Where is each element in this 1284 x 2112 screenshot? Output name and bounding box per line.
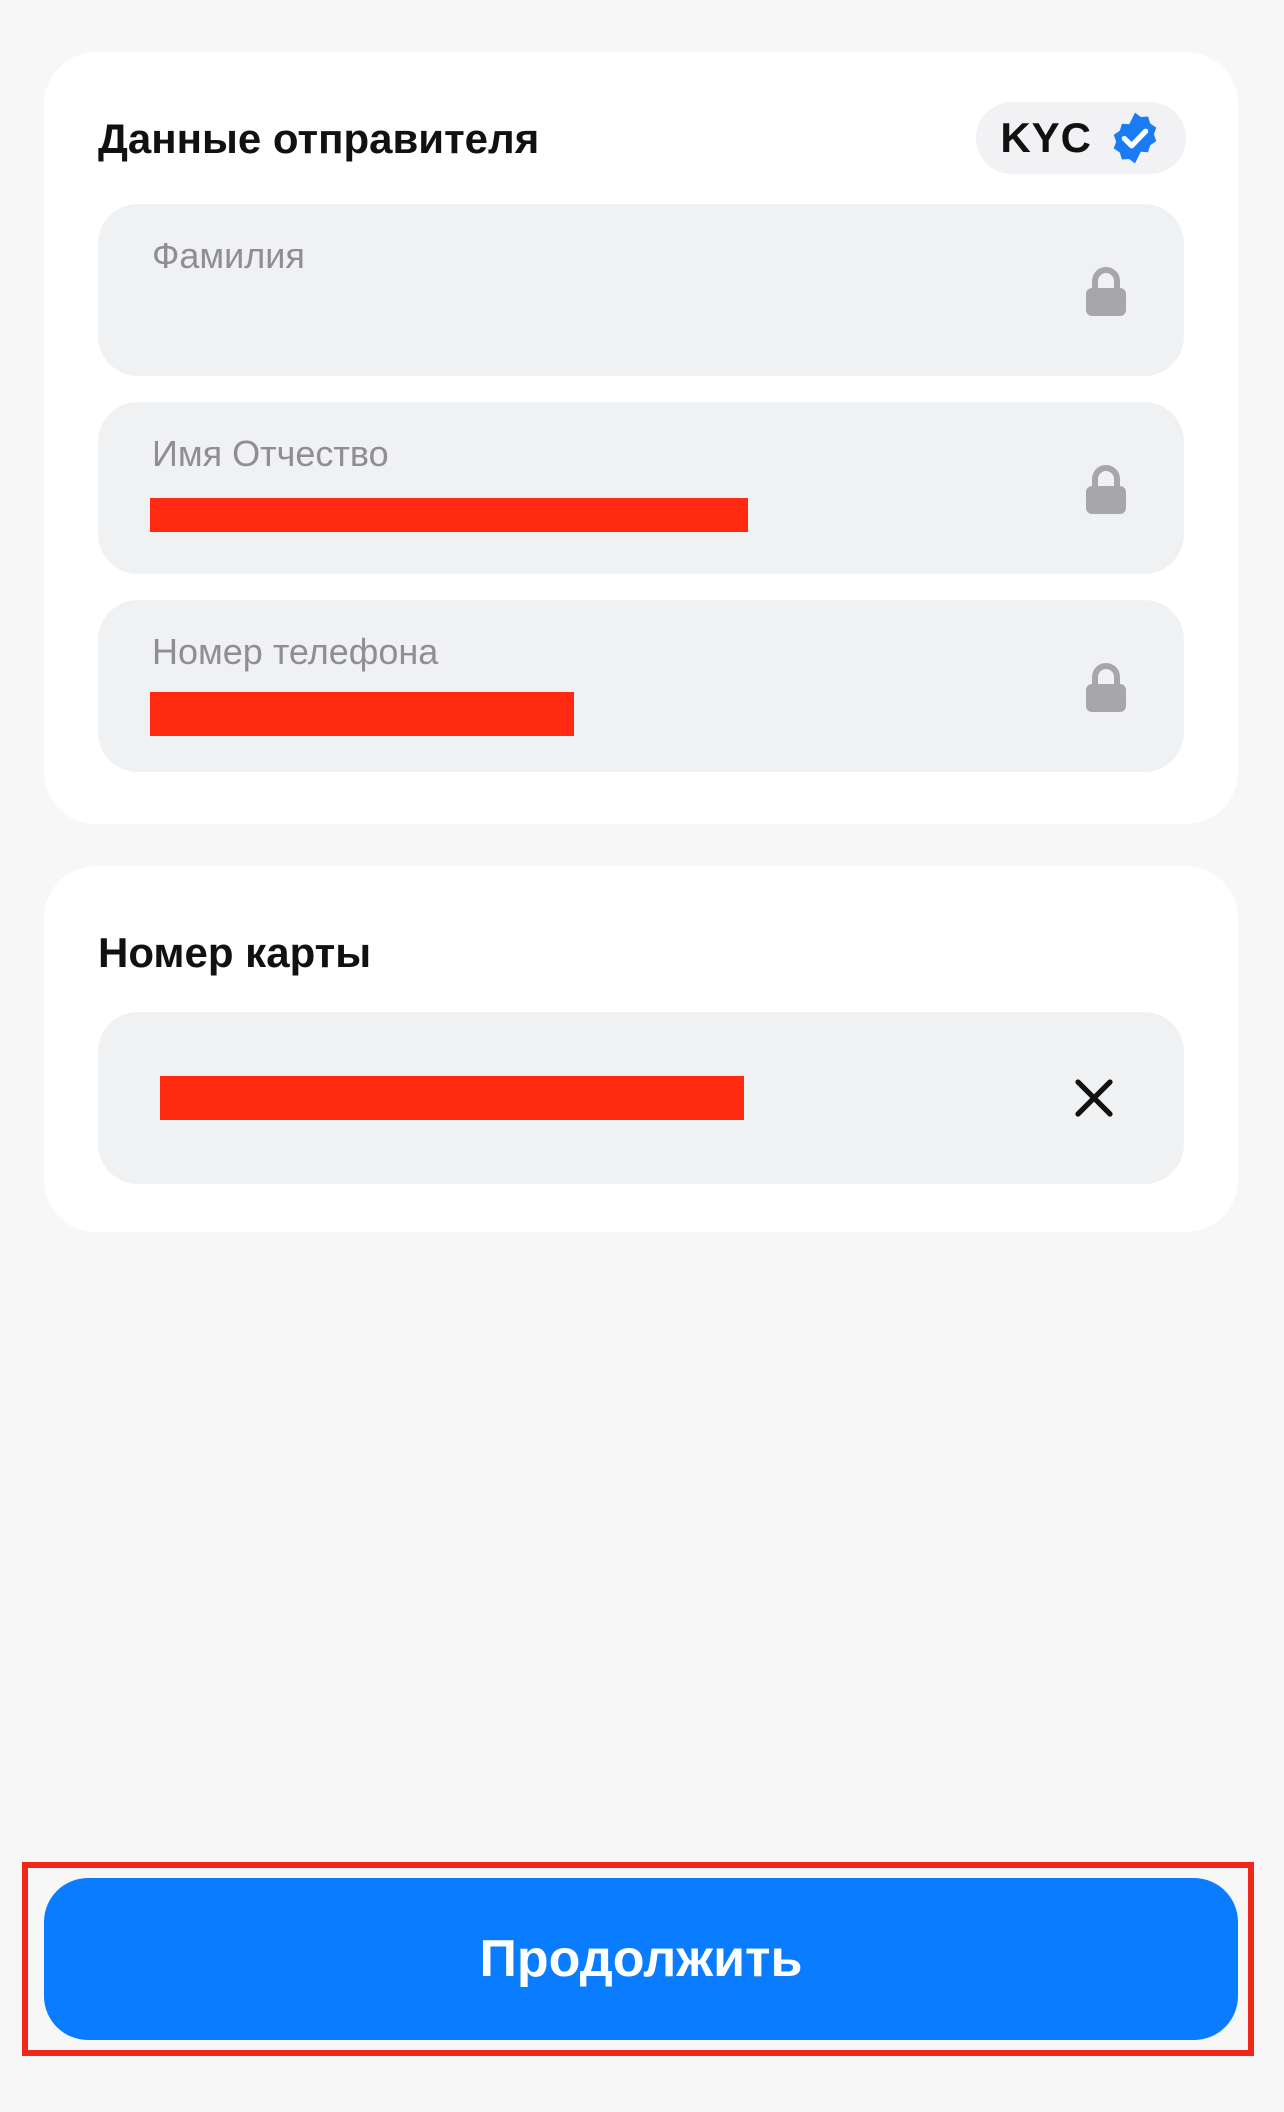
- kyc-badge: KYC: [976, 102, 1186, 174]
- continue-button[interactable]: Продолжить: [44, 1878, 1238, 2040]
- lock-icon: [1086, 663, 1126, 712]
- phone-number-field[interactable]: Номер телефона: [98, 600, 1184, 772]
- verified-badge-icon: [1113, 112, 1157, 164]
- sender-data-card: Данные отправителя KYC Фамилия Имя Отчес…: [44, 52, 1238, 824]
- surname-label: Фамилия: [152, 235, 305, 276]
- name-patronymic-value-redacted: [150, 498, 748, 532]
- card-number-input[interactable]: [98, 1012, 1184, 1184]
- surname-field[interactable]: Фамилия: [98, 204, 1184, 376]
- phone-number-label: Номер телефона: [152, 631, 439, 672]
- card-number-title: Номер карты: [98, 929, 372, 976]
- kyc-label: KYC: [1000, 114, 1092, 161]
- card-number-value-redacted: [160, 1076, 744, 1120]
- name-patronymic-label: Имя Отчество: [152, 433, 389, 474]
- card-number-card: Номер карты: [44, 866, 1238, 1232]
- sender-section-title: Данные отправителя: [98, 115, 540, 162]
- lock-icon: [1086, 267, 1126, 316]
- name-patronymic-field[interactable]: Имя Отчество: [98, 402, 1184, 574]
- phone-number-value-redacted: [150, 692, 574, 736]
- close-icon[interactable]: [1070, 1074, 1118, 1122]
- lock-icon: [1086, 465, 1126, 514]
